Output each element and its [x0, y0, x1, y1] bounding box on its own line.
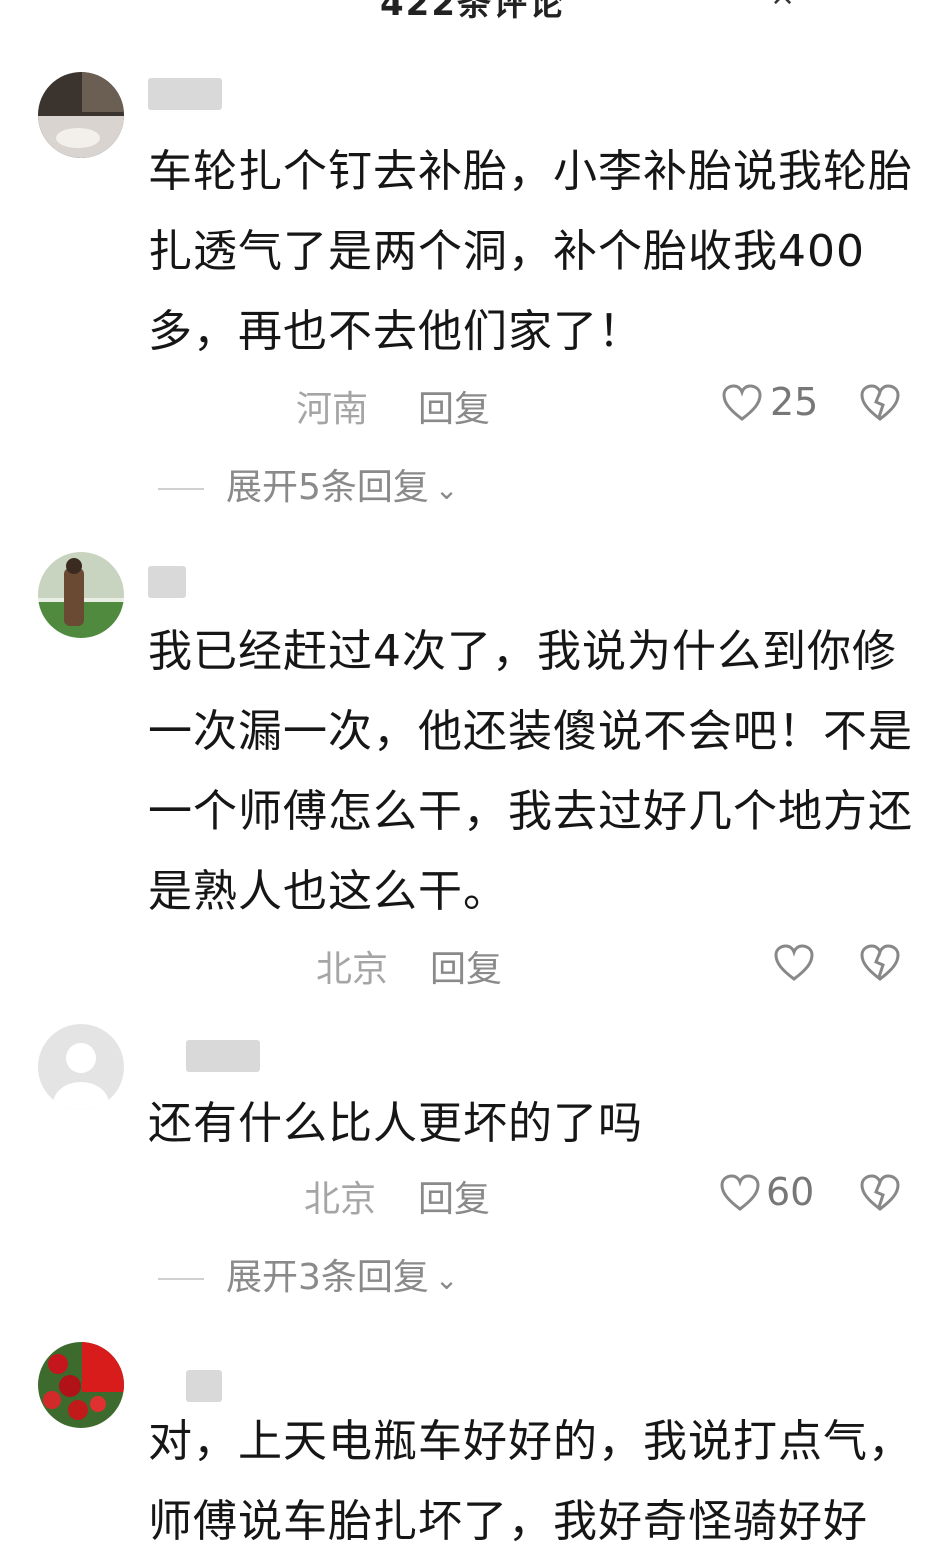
comments-count-title: 422条评论 — [380, 0, 565, 24]
comment-text: 对，上天电瓶车好好的，我说打点气，师傅说车胎扎坏了，我好奇怪骑好好 — [148, 1416, 913, 1547]
avatar[interactable] — [38, 72, 124, 158]
reply-button[interactable]: 回复 — [430, 940, 502, 992]
divider — [158, 1278, 204, 1280]
username-blurred[interactable] — [148, 566, 186, 598]
like-count: 25 — [770, 380, 819, 424]
like-icon[interactable] — [774, 944, 814, 982]
close-icon[interactable]: × — [770, 0, 795, 13]
expand-replies-button[interactable]: 展开5条回复 ⌄ — [158, 458, 458, 508]
comment-meta: 北京 回复 — [148, 940, 908, 990]
like-icon[interactable] — [722, 384, 762, 422]
expand-replies-button[interactable]: 展开3条回复 ⌄ — [158, 1248, 458, 1298]
dislike-icon[interactable] — [860, 384, 900, 422]
chevron-down-icon: ⌄ — [434, 1263, 459, 1296]
avatar[interactable] — [38, 552, 124, 638]
username-blurred[interactable] — [148, 78, 222, 110]
avatar[interactable] — [38, 1342, 124, 1428]
like-count: 60 — [766, 1170, 815, 1214]
divider — [158, 488, 204, 490]
chevron-down-icon: ⌄ — [434, 473, 459, 506]
comment-meta: 河南 回复 25 — [148, 380, 908, 430]
expand-replies-label: 展开5条回复 — [226, 467, 429, 508]
comment-location: 北京 — [316, 949, 389, 990]
comment-meta: 北京 回复 60 — [148, 1170, 908, 1220]
comment-location: 河南 — [296, 389, 369, 430]
reply-button[interactable]: 回复 — [418, 1170, 490, 1222]
username-blurred[interactable] — [186, 1040, 260, 1072]
avatar[interactable] — [38, 1024, 124, 1110]
comment-text: 车轮扎个钉去补胎，小李补胎说我轮胎扎透气了是两个洞，补个胎收我400多，再也不去… — [148, 146, 913, 357]
username-blurred[interactable] — [186, 1370, 222, 1402]
like-icon[interactable] — [720, 1174, 760, 1212]
reply-button[interactable]: 回复 — [418, 380, 490, 432]
dislike-icon[interactable] — [860, 1174, 900, 1212]
dislike-icon[interactable] — [860, 944, 900, 982]
comment-text: 我已经赶过4次了，我说为什么到你修一次漏一次，他还装傻说不会吧！不是一个师傅怎么… — [148, 626, 913, 917]
comment-text: 还有什么比人更坏的了吗 — [148, 1098, 643, 1149]
comment-location: 北京 — [304, 1179, 377, 1220]
expand-replies-label: 展开3条回复 — [226, 1257, 429, 1298]
